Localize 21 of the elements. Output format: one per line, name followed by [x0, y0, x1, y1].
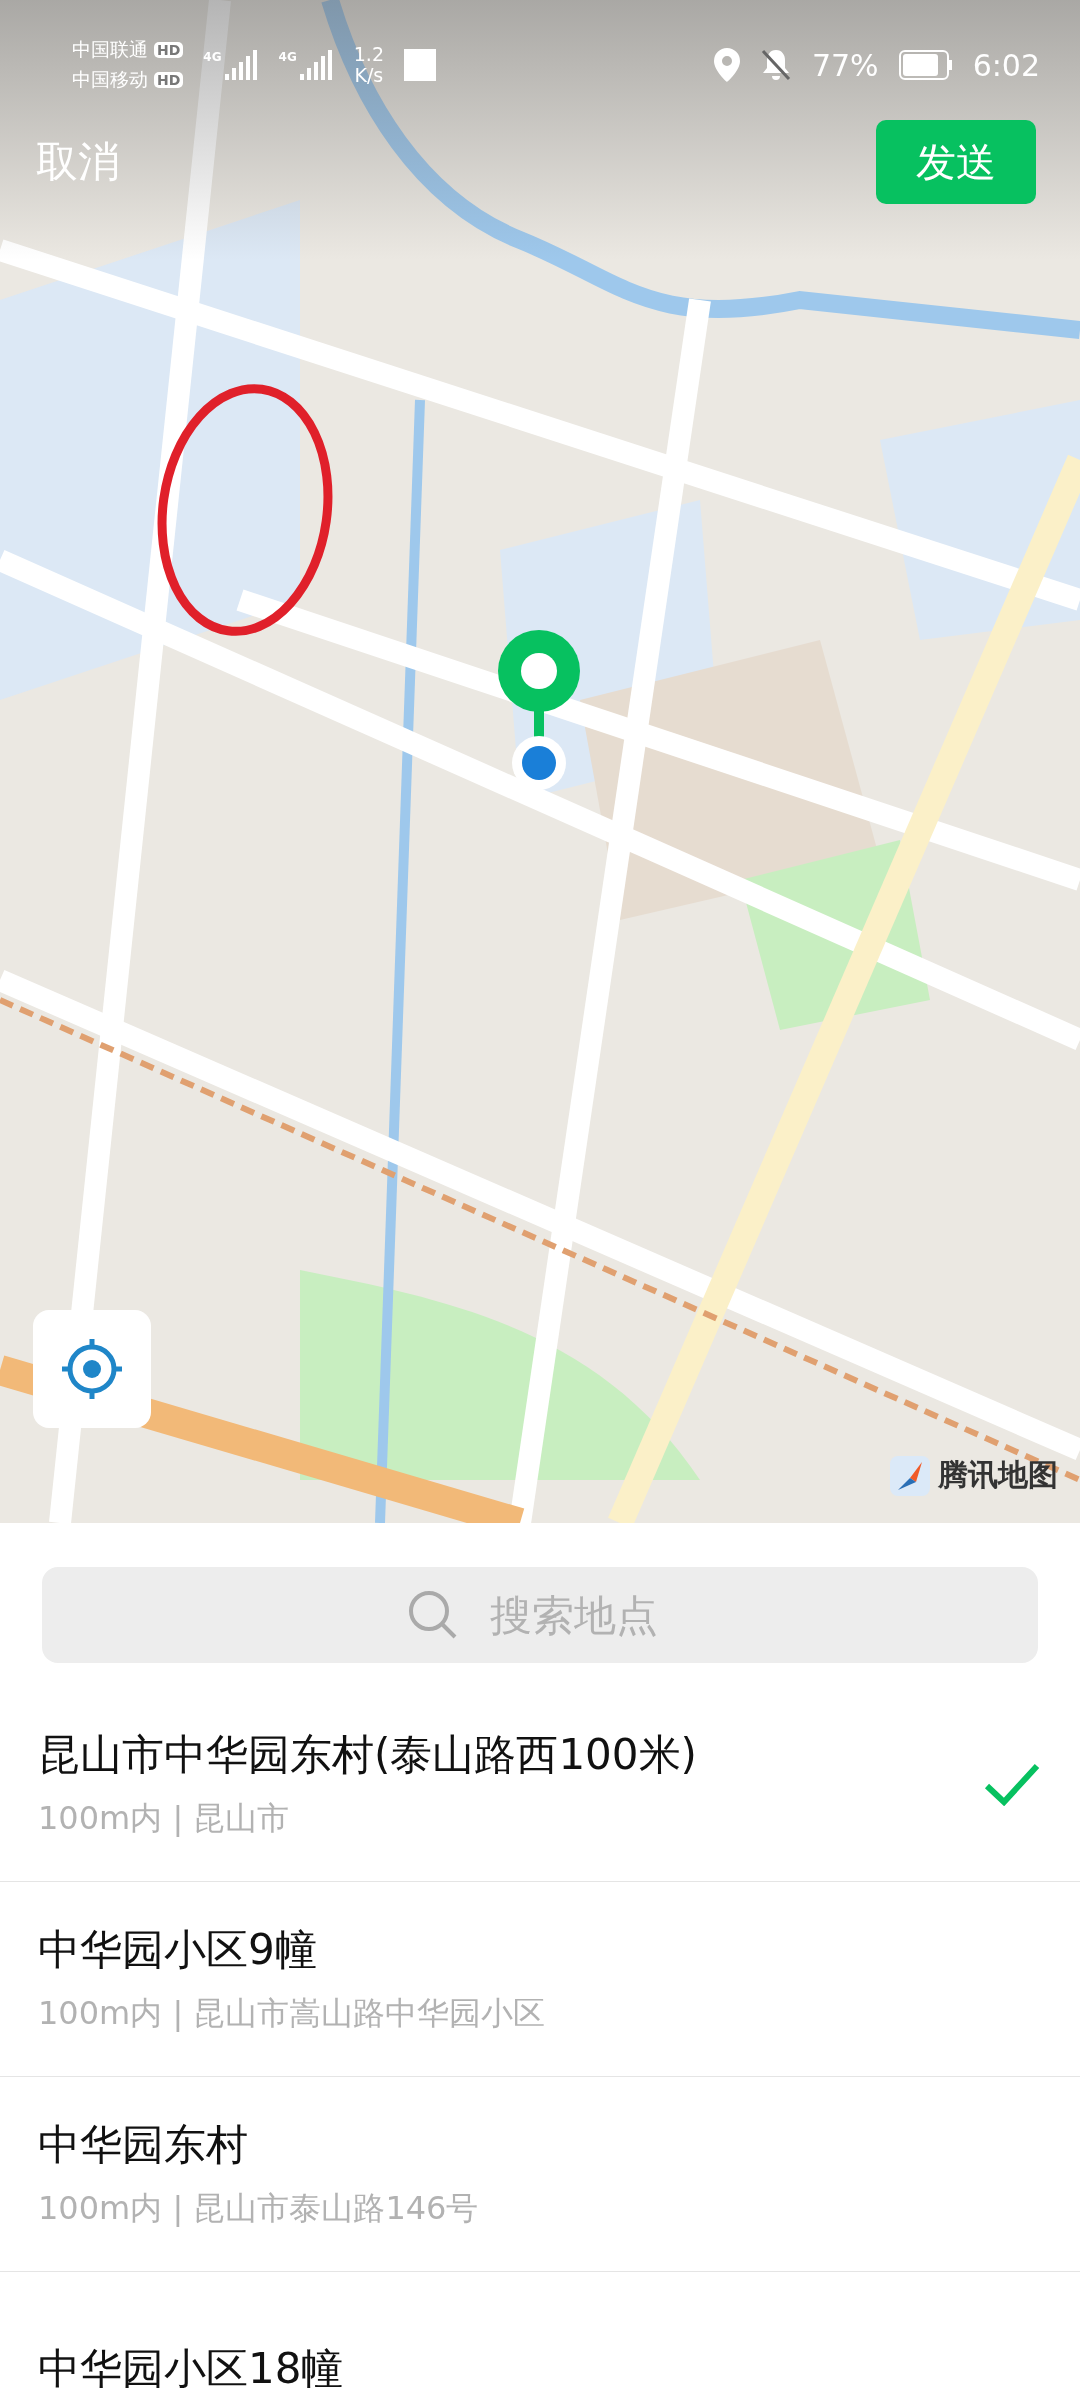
place-item[interactable]: 昆山市中华园东村(泰山路西100米) 100m内 | 昆山市 [0, 1687, 1080, 1882]
hd-badge: HD [154, 42, 184, 58]
hd-badge: HD [154, 72, 184, 88]
place-name: 中华园东村 [38, 2119, 249, 2171]
map-provider-logo: 腾讯地图 [938, 1456, 1058, 1494]
battery-percent: 77% [811, 47, 879, 83]
search-field[interactable]: 搜索地点 [42, 1567, 1038, 1663]
place-detail: 100m内 | 昆山市泰山路146号 [38, 2188, 480, 2229]
speed-value: 1.2 [353, 44, 384, 65]
network-type: 4G [278, 50, 297, 64]
carrier-name: 中国联通 [72, 37, 148, 62]
place-item[interactable]: 中华园东村 100m内 | 昆山市泰山路146号 [0, 2077, 1080, 2272]
clock: 6:02 [972, 47, 1040, 83]
place-name: 昆山市中华园东村(泰山路西100米) [38, 1729, 698, 1781]
place-item[interactable]: 中华园小区9幢 100m内 | 昆山市嵩山路中华园小区 [0, 1882, 1080, 2077]
network-type: 4G [203, 50, 222, 64]
place-detail: 100m内 | 昆山市嵩山路中华园小区 [38, 1993, 547, 2034]
speed-unit: K/s [354, 65, 384, 86]
place-name: 中华园小区9幢 [38, 1924, 318, 1976]
carrier-name: 中国移动 [72, 67, 148, 92]
place-detail: 100m内 | 昆山市 [38, 1798, 291, 1839]
